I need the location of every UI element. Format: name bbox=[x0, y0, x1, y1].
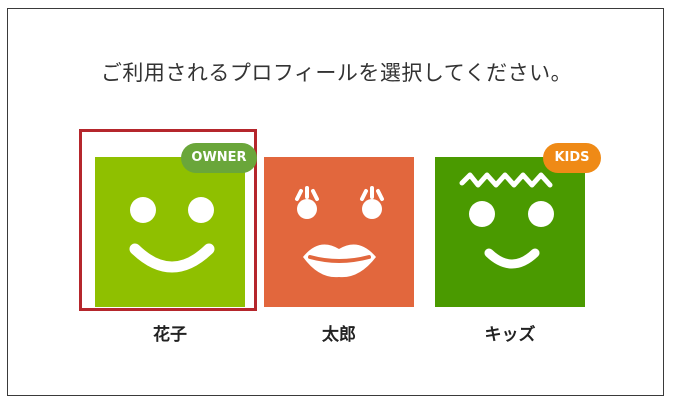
profile-kids[interactable]: KIDS キッズ bbox=[435, 143, 601, 345]
profile-hanako[interactable]: OWNER 花子 bbox=[79, 129, 257, 345]
profile-name[interactable]: 花子 bbox=[95, 320, 245, 345]
kids-badge: KIDS bbox=[543, 143, 601, 173]
lips-face-icon bbox=[264, 157, 414, 307]
profile-name[interactable]: 太郎 bbox=[264, 320, 414, 345]
owner-badge: OWNER bbox=[181, 143, 257, 173]
smiley-face-icon bbox=[95, 157, 245, 307]
profile-name[interactable]: キッズ bbox=[435, 320, 585, 345]
avatar[interactable]: KIDS bbox=[435, 143, 601, 307]
avatar[interactable]: OWNER bbox=[95, 143, 257, 307]
avatar[interactable] bbox=[264, 157, 414, 307]
page-title: ご利用されるプロフィールを選択してください。 bbox=[100, 61, 573, 85]
kid-face-icon bbox=[435, 157, 585, 307]
profile-taro[interactable]: 太郎 bbox=[264, 157, 414, 345]
